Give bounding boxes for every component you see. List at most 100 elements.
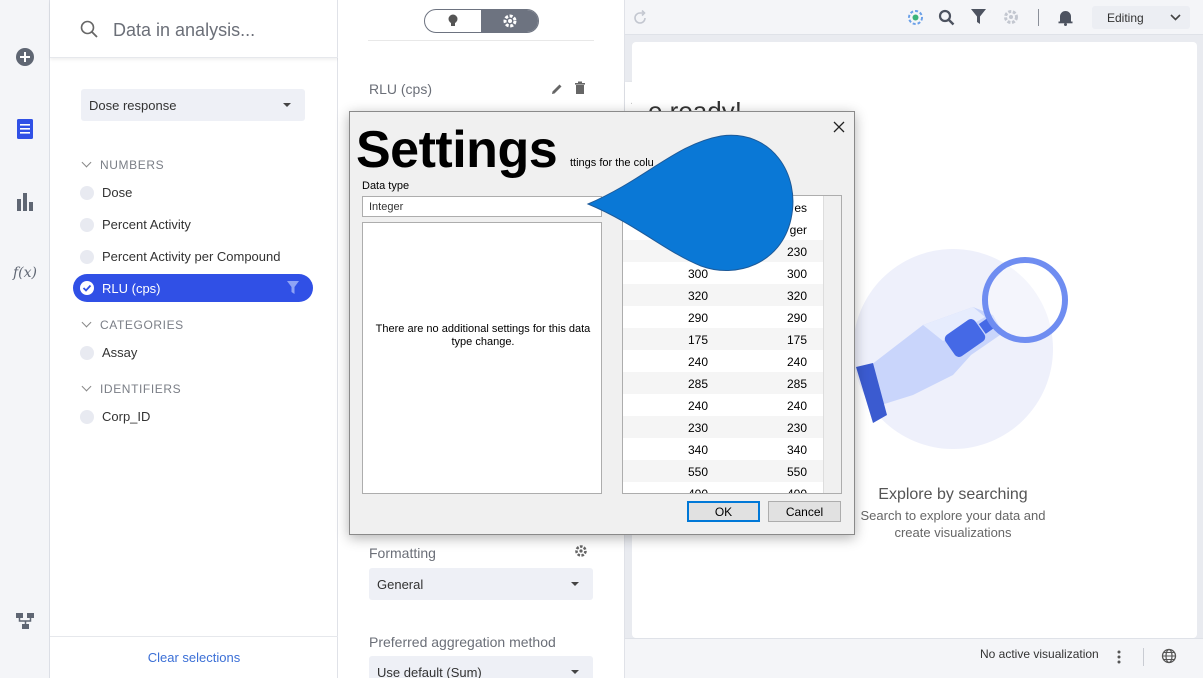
- data-canvas-icon[interactable]: [13, 609, 37, 633]
- data-source-value: Dose response: [89, 98, 177, 113]
- table-row: 175 175: [623, 328, 823, 350]
- column-item-rlu-selected[interactable]: RLU (cps): [73, 274, 313, 302]
- table-cell: 175: [786, 333, 807, 347]
- data-source-dropdown[interactable]: Dose response: [81, 89, 305, 121]
- formatting-dropdown[interactable]: General: [369, 568, 593, 600]
- column-label: Percent Activity: [102, 217, 191, 232]
- callout-pointer-icon: [586, 134, 794, 271]
- column-name-label: RLU (cps): [369, 81, 433, 97]
- table-cell: 400: [786, 487, 807, 494]
- function-icon[interactable]: f(x): [13, 261, 37, 285]
- column-label: Assay: [102, 345, 138, 360]
- column-checkbox[interactable]: [80, 186, 94, 200]
- ai-recommendations-icon[interactable]: [907, 9, 924, 26]
- additional-settings-box: There are no additional settings for thi…: [362, 222, 602, 494]
- group-label: IDENTIFIERS: [100, 382, 182, 396]
- aggregation-value: Use default (Sum): [377, 665, 482, 678]
- table-row: 230 230: [623, 416, 823, 438]
- check-icon[interactable]: [80, 281, 94, 295]
- table-cell: 290: [786, 311, 807, 325]
- chevron-down-icon: [81, 317, 92, 328]
- divider: [368, 40, 594, 41]
- magnifier-hand-illustration-icon: [856, 257, 1068, 423]
- chevron-down-icon: [283, 103, 291, 107]
- table-cell: 285: [786, 377, 807, 391]
- filter-icon[interactable]: [287, 281, 299, 295]
- cancel-button[interactable]: Cancel: [768, 501, 841, 522]
- table-cell: 230: [687, 421, 708, 435]
- table-cell: 320: [687, 289, 708, 303]
- gear-icon[interactable]: [1002, 8, 1020, 26]
- table-cell: 320: [786, 289, 807, 303]
- column-checkbox[interactable]: [80, 346, 94, 360]
- table-row: 240 240: [623, 394, 823, 416]
- group-label: NUMBERS: [100, 158, 165, 172]
- column-label: Dose: [102, 185, 133, 200]
- mode-dropdown[interactable]: Editing: [1092, 6, 1190, 29]
- group-header-categories[interactable]: CATEGORIES: [81, 317, 184, 332]
- column-checkbox[interactable]: [80, 218, 94, 232]
- filter-icon[interactable]: [971, 9, 986, 25]
- clear-selections-link[interactable]: Clear selections: [50, 636, 338, 678]
- search-input[interactable]: Data in analysis...: [113, 20, 255, 41]
- aggregation-dropdown[interactable]: Use default (Sum): [369, 656, 593, 678]
- lightbulb-icon[interactable]: [447, 13, 459, 29]
- refresh-icon[interactable]: [632, 10, 648, 26]
- group-header-identifiers[interactable]: IDENTIFIERS: [81, 381, 182, 396]
- column-label: Percent Activity per Compound: [102, 249, 281, 264]
- explore-title: Explore by searching: [878, 486, 1028, 503]
- notifications-bell-icon[interactable]: [1058, 9, 1073, 26]
- table-cell: 240: [687, 355, 708, 369]
- table-row: 400 400: [623, 482, 823, 494]
- table-cell: 550: [687, 465, 708, 479]
- table-cell: 230: [786, 421, 807, 435]
- search-icon: [80, 20, 98, 38]
- no-settings-message: There are no additional settings for thi…: [375, 323, 591, 348]
- column-label: Corp_ID: [102, 409, 151, 424]
- group-label: CATEGORIES: [100, 318, 184, 332]
- trash-icon[interactable]: [574, 81, 586, 95]
- chevron-down-icon: [81, 157, 92, 168]
- dialog-title: Settings: [356, 121, 558, 179]
- settings-tab-active[interactable]: [481, 10, 538, 32]
- table-cell: 240: [786, 355, 807, 369]
- globe-icon[interactable]: [1161, 648, 1177, 664]
- table-row: 240 240: [623, 350, 823, 372]
- group-header-numbers[interactable]: NUMBERS: [81, 157, 165, 172]
- column-checkbox[interactable]: [80, 410, 94, 424]
- chevron-down-icon: [1170, 14, 1181, 21]
- chevron-down-icon: [571, 670, 579, 674]
- table-row: 550 550: [623, 460, 823, 482]
- mode-value: Editing: [1107, 11, 1144, 25]
- chevron-down-icon: [81, 381, 92, 392]
- aggregation-label: Preferred aggregation method: [369, 634, 556, 650]
- column-checkbox[interactable]: [80, 250, 94, 264]
- pencil-icon[interactable]: [550, 82, 564, 96]
- table-cell: 340: [687, 443, 708, 457]
- table-header: es: [794, 201, 807, 215]
- table-cell: 400: [687, 487, 708, 494]
- more-options-icon[interactable]: [1116, 649, 1122, 665]
- table-row: 290 290: [623, 306, 823, 328]
- no-active-visualization-label: No active visualization: [980, 647, 1099, 661]
- ok-button[interactable]: OK: [687, 501, 760, 522]
- close-icon[interactable]: [830, 118, 848, 136]
- data-panel-icon[interactable]: [13, 117, 37, 141]
- toolbar-divider: [1038, 9, 1039, 26]
- gear-icon[interactable]: [574, 544, 588, 558]
- table-row: 285 285: [623, 372, 823, 394]
- chevron-down-icon: [571, 582, 579, 586]
- left-rail: f(x): [0, 0, 50, 678]
- table-scrollbar[interactable]: [823, 196, 841, 493]
- search-bar[interactable]: Data in analysis...: [50, 0, 338, 58]
- add-icon[interactable]: [13, 45, 37, 69]
- visualizations-icon[interactable]: [13, 189, 37, 213]
- formatting-label: Formatting: [369, 545, 436, 561]
- table-row: 340 340: [623, 438, 823, 460]
- table-cell: 550: [786, 465, 807, 479]
- data-panel: Data in analysis... Dose response NUMBER…: [50, 0, 338, 678]
- panel-mode-toggle[interactable]: [424, 9, 539, 33]
- search-icon[interactable]: [938, 9, 955, 26]
- data-type-value: Integer: [369, 201, 404, 213]
- data-type-dropdown[interactable]: Integer: [362, 196, 602, 217]
